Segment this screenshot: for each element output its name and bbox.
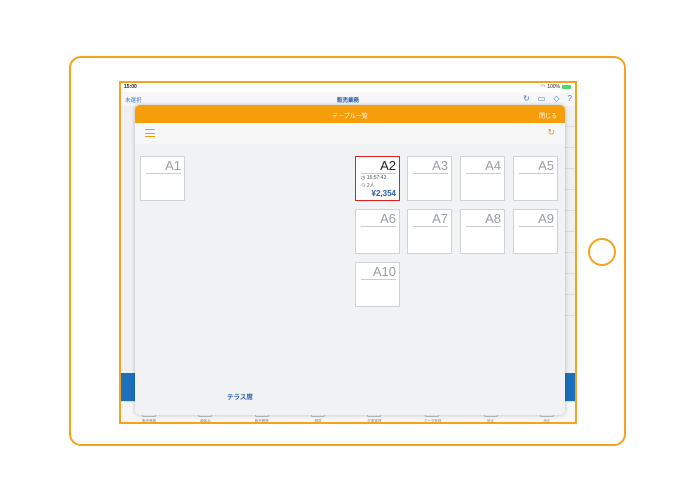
- table-name: A10: [372, 264, 396, 279]
- table-card-a10[interactable]: A10: [355, 262, 400, 307]
- table-name: A4: [485, 158, 501, 173]
- book-icon[interactable]: ▭: [538, 94, 546, 103]
- table-name: A5: [538, 158, 554, 173]
- hamburger-icon[interactable]: [145, 129, 155, 137]
- table-grid: A1 A2 ◷ 15:57:42 ⚇ 2人 ¥2,354 A3 A4 A5 A6…: [135, 144, 565, 415]
- wifi-icon: ◠: [540, 84, 546, 90]
- table-card-a5[interactable]: A5: [513, 156, 558, 201]
- screen: 15:00 ◠ 100% 未選択 販売業務 ↻ ▭ ◇ ? 販売業務 顧客台 販…: [119, 81, 577, 424]
- table-card-a9[interactable]: A9: [513, 209, 558, 254]
- table-name: A9: [538, 211, 554, 226]
- sync-icon[interactable]: ↻: [523, 94, 530, 103]
- table-card-a6[interactable]: A6: [355, 209, 400, 254]
- table-card-a8[interactable]: A8: [460, 209, 505, 254]
- section-label-terrace[interactable]: テラス席: [227, 391, 253, 401]
- close-button[interactable]: 閉じる: [539, 111, 557, 120]
- bell-icon[interactable]: ◇: [553, 94, 559, 103]
- table-card-a7[interactable]: A7: [407, 209, 452, 254]
- table-name: A8: [485, 211, 501, 226]
- table-card-a1[interactable]: A1: [140, 156, 185, 201]
- modal-toolbar: ↻: [135, 123, 565, 145]
- help-icon[interactable]: ?: [568, 94, 572, 103]
- home-button[interactable]: [588, 238, 616, 266]
- table-card-a3[interactable]: A3: [407, 156, 452, 201]
- table-name: A1: [165, 158, 181, 173]
- table-list-modal: テーブル一覧 閉じる ↻ A1 A2 ◷ 15:57:42 ⚇ 2人 ¥2,35…: [135, 105, 565, 415]
- background-title: 販売業務: [336, 98, 359, 104]
- battery-percent: 100%: [547, 84, 560, 90]
- order-amount: ¥2,354: [371, 189, 396, 198]
- table-name: A7: [432, 211, 448, 226]
- table-name: A2: [380, 158, 396, 173]
- table-card-a2[interactable]: A2 ◷ 15:57:42 ⚇ 2人 ¥2,354: [355, 156, 400, 201]
- status-bar: 15:00 ◠ 100%: [121, 83, 575, 92]
- table-name: A6: [380, 211, 396, 226]
- table-name: A3: [432, 158, 448, 173]
- status-time: 15:00: [124, 84, 137, 90]
- table-card-a4[interactable]: A4: [460, 156, 505, 201]
- modal-header: テーブル一覧 閉じる: [135, 105, 565, 123]
- refresh-icon[interactable]: ↻: [547, 127, 555, 138]
- occupied-time: 15:57:42: [366, 175, 387, 181]
- modal-title: テーブル一覧: [332, 114, 368, 120]
- battery-icon: [562, 85, 571, 89]
